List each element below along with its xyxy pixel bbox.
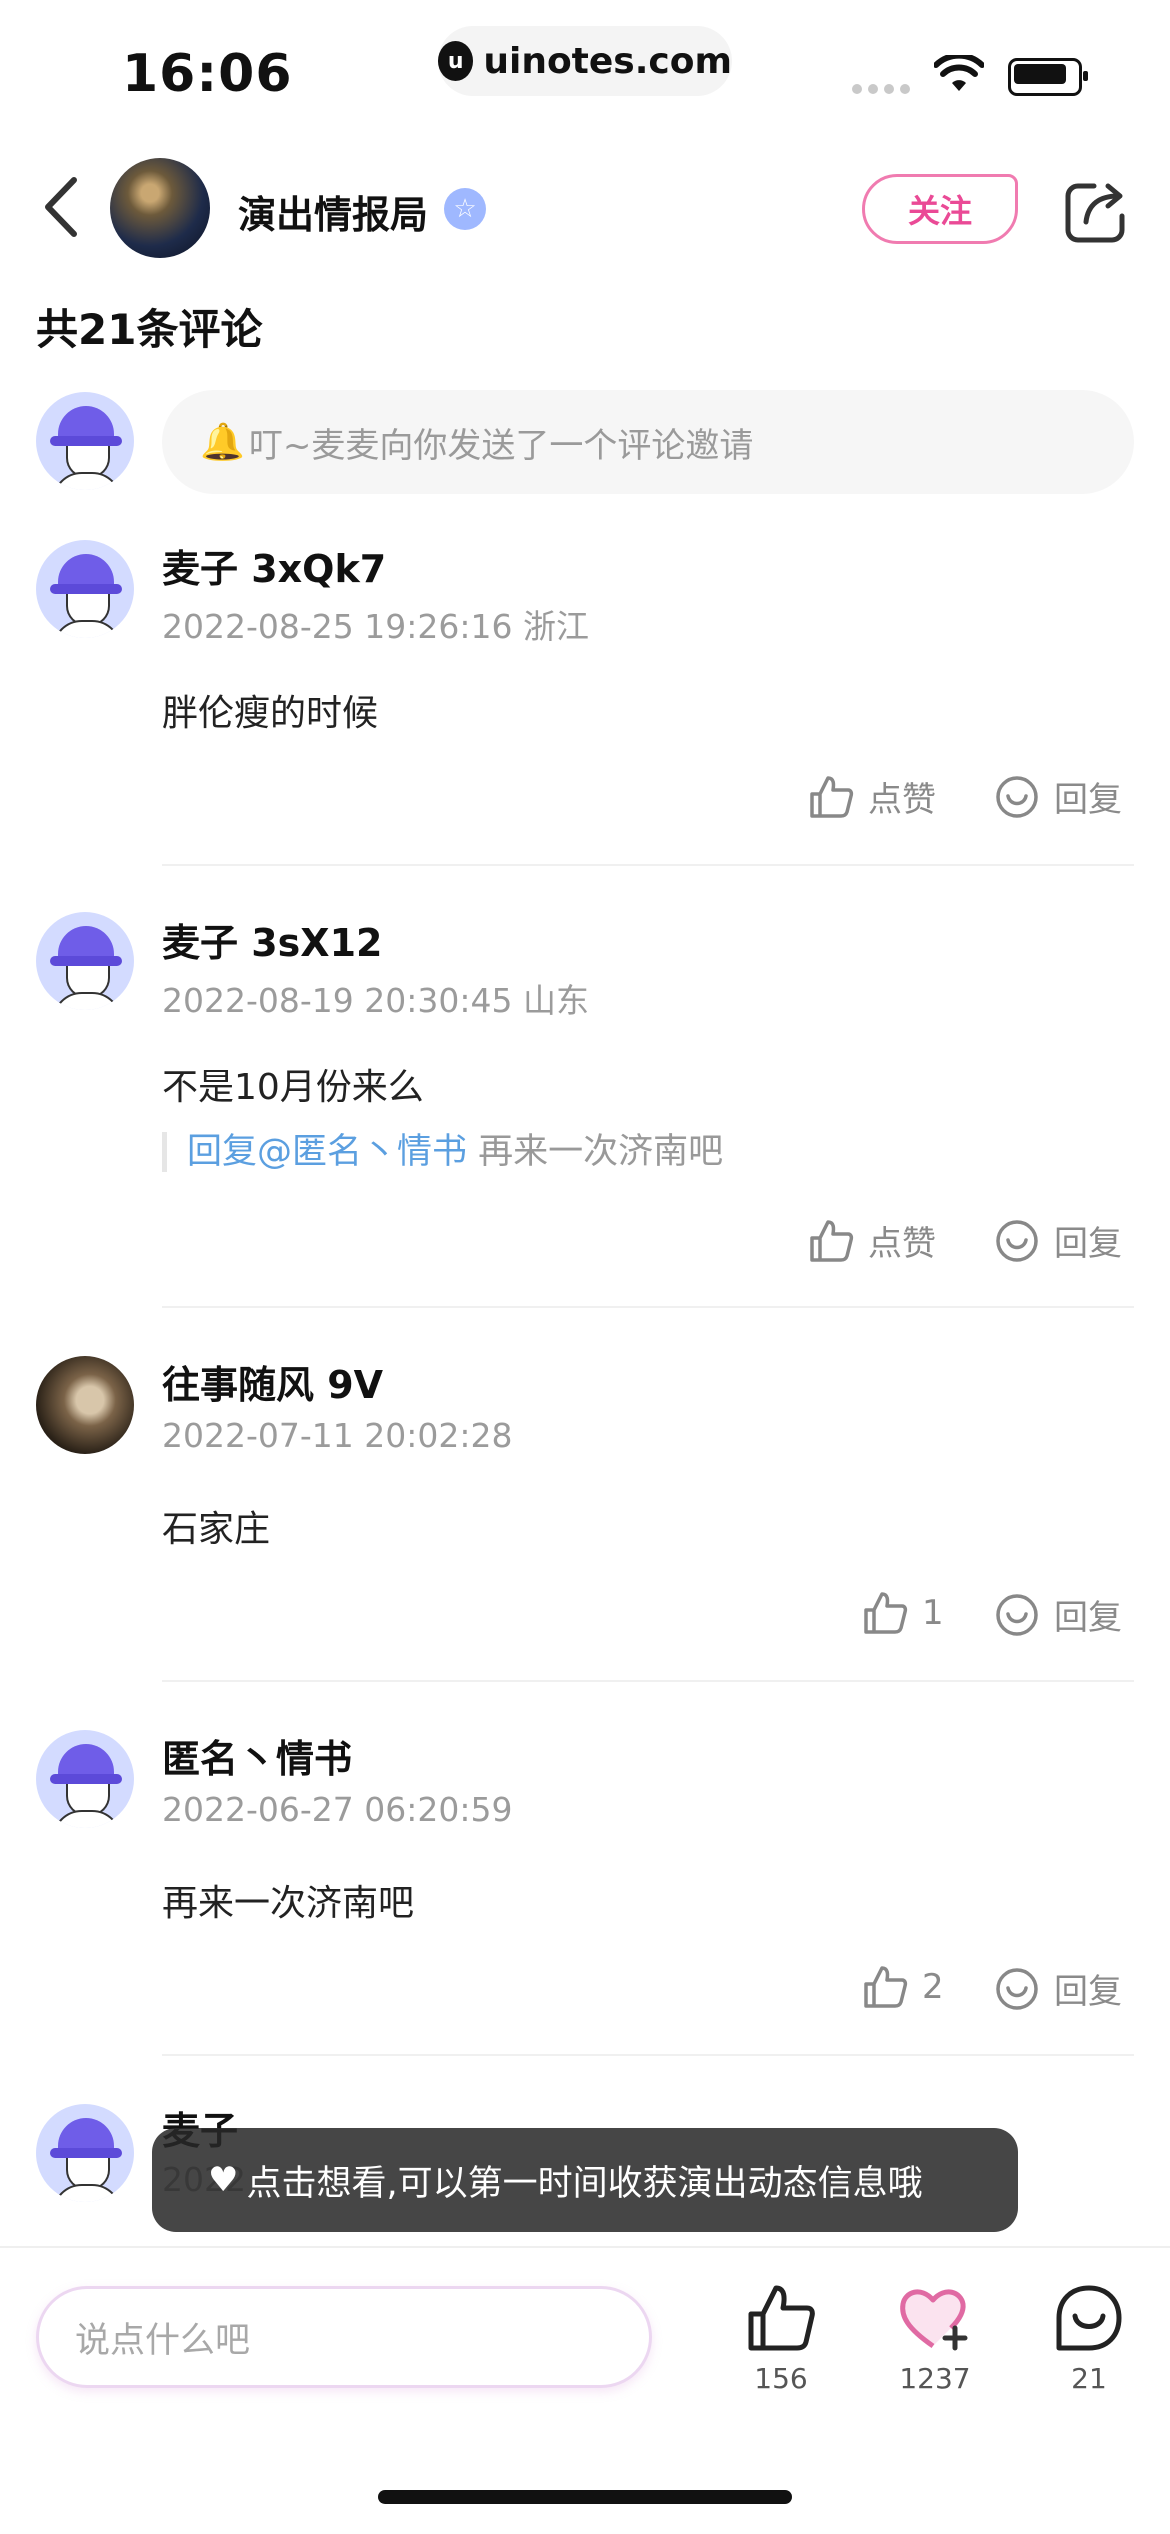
heart-plus-icon [900,2289,968,2351]
comment-invite-input[interactable]: 🔔 叮~麦麦向你发送了一个评论邀请 [162,390,1134,494]
like-button[interactable]: 点赞 [808,772,936,821]
like-label: 点赞 [868,780,936,820]
wifi-icon [934,55,984,91]
toast-text: 点击想看,可以第一时间收获演出动态信息哦 [246,2163,923,2204]
comments-count-title: 共21条评论 [36,305,263,354]
signal-icon [852,84,910,94]
comment-text: 再来一次济南吧 [162,1883,415,1924]
verified-badge-icon: ☆ [444,188,486,230]
toast-message: ♥ 点击想看,可以第一时间收获演出动态信息哦 [152,2128,1018,2232]
quoted-reply-text: 再来一次济南吧 [478,1132,724,1172]
comments-count: 21 [1071,2362,1107,2395]
comment-username[interactable]: 麦子 3sX12 [162,912,382,967]
share-icon[interactable] [1064,180,1128,244]
thumb-up-icon [810,775,854,818]
like-post-button[interactable]: 156 [726,2282,836,2395]
like-label: 点赞 [868,1224,936,1264]
status-time: 16:06 [122,44,293,104]
reply-button[interactable]: 回复 [994,1964,1122,2013]
url-pill[interactable]: u uinotes.com [438,26,732,96]
thumb-up-icon [810,1219,854,1262]
comment-username[interactable]: 往事随风 9V [162,1354,383,1409]
user-avatar[interactable] [36,1730,134,1828]
smile-bubble-icon [996,775,1038,818]
divider [162,2054,1134,2056]
url-text: uinotes.com [483,40,732,82]
reply-label: 回复 [1054,1972,1122,2012]
like-button[interactable]: 点赞 [808,1216,936,1265]
comment-text: 胖伦瘦的时候 [162,693,379,734]
account-name[interactable]: 演出情报局 [238,184,428,239]
user-avatar[interactable] [36,1356,134,1454]
reply-mention-link[interactable]: 回复@匿名丶情书 [187,1132,467,1172]
bell-icon: 🔔 [200,422,245,463]
comment-input-placeholder: 说点什么吧 [75,2320,251,2361]
like-count: 2 [922,1967,944,2007]
smile-bubble-icon [996,1593,1038,1636]
thumb-up-icon [864,1966,908,2008]
comment-meta: 2022-07-11 20:02:28 [162,1416,513,1455]
account-avatar[interactable] [110,158,210,258]
like-count: 1 [922,1593,944,1633]
reply-label: 回复 [1054,780,1122,820]
thumb-up-icon [864,1592,908,1634]
user-avatar[interactable] [36,2104,134,2202]
comment-text: 不是10月份来么 [162,1067,424,1108]
invite-text: 叮~麦麦向你发送了一个评论邀请 [248,425,754,466]
want-button[interactable]: 1237 [880,2282,990,2395]
comment-text: 石家庄 [162,1509,271,1550]
divider [162,1680,1134,1682]
smile-bubble-icon [996,1219,1038,1262]
home-indicator[interactable] [378,2490,792,2504]
thumb-up-icon [748,2285,815,2351]
user-avatar[interactable] [36,540,134,638]
quoted-reply[interactable]: 回复@匿名丶情书 再来一次济南吧 [162,1132,723,1172]
comment-bubble-icon [1056,2285,1122,2351]
like-button[interactable]: 1 [862,1590,944,1636]
wants-count: 1237 [899,2362,971,2395]
comment-username[interactable]: 麦子 3xQk7 [162,538,386,593]
follow-button[interactable]: 关注 [862,174,1018,244]
user-avatar[interactable] [36,912,134,1010]
battery-icon [1008,58,1088,96]
comment-count-button[interactable]: 21 [1034,2282,1144,2395]
comment-input[interactable]: 说点什么吧 [36,2286,652,2388]
comment-username[interactable]: 匿名丶情书 [162,1728,352,1783]
comment-meta: 2022-08-19 20:30:45 山东 [162,981,589,1020]
my-avatar [36,392,134,490]
reply-label: 回复 [1054,1598,1122,1638]
reply-label: 回复 [1054,1224,1122,1264]
divider [162,1306,1134,1308]
heart-icon: ♥ [208,2160,239,2200]
status-bar: 16:06 u uinotes.com [0,0,1170,140]
site-logo-icon: u [438,41,474,81]
divider [162,864,1134,866]
comment-meta: 2022-06-27 06:20:59 [162,1790,513,1829]
like-button[interactable]: 2 [862,1964,944,2010]
back-arrow-icon[interactable] [38,174,84,240]
comment-meta: 2022-08-25 19:26:16 浙江 [162,607,589,646]
reply-button[interactable]: 回复 [994,772,1122,821]
smile-bubble-icon [996,1967,1038,2010]
reply-button[interactable]: 回复 [994,1590,1122,1639]
reply-button[interactable]: 回复 [994,1216,1122,1265]
likes-count: 156 [754,2362,808,2395]
